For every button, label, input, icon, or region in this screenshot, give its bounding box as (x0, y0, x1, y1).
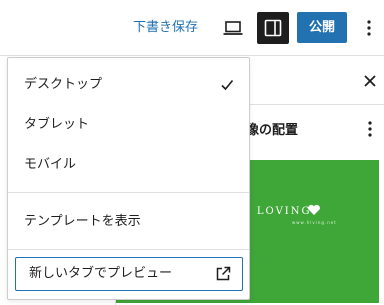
sidebar-icon (264, 19, 282, 37)
preview-caption: www.hlving.net (292, 220, 337, 225)
menu-item-desktop[interactable]: デスクトップ (16, 67, 241, 103)
check-icon (221, 79, 234, 91)
heart-icon (308, 204, 320, 215)
menu-item-label: デスクトップ (24, 77, 103, 92)
preview-button[interactable] (218, 14, 248, 42)
preview-dropdown-menu: デスクトップ タブレット モバイル テンプレートを表示 新しいタブでプレビュー (7, 57, 250, 300)
menu-item-label: タブレット (24, 117, 90, 132)
laptop-icon (223, 21, 243, 35)
settings-sidebar-toggle[interactable] (257, 12, 289, 44)
close-sidebar-button[interactable] (359, 70, 381, 92)
menu-divider (8, 192, 249, 193)
close-icon (364, 75, 376, 87)
menu-item-tablet[interactable]: タブレット (16, 107, 241, 143)
editor-toolbar: 下書き保存 公開 (0, 0, 384, 56)
editor-screen: 下書き保存 公開 画像の配置 H LOVING www.hlving.net デ… (0, 0, 384, 305)
more-vertical-icon (367, 20, 371, 36)
menu-item-show-template[interactable]: テンプレートを表示 (16, 204, 241, 240)
preview-new-tab-button[interactable]: 新しいタブでプレビュー (15, 257, 243, 291)
menu-item-mobile[interactable]: モバイル (16, 147, 241, 183)
menu-item-label: テンプレートを表示 (24, 214, 141, 229)
preview-new-tab-label: 新しいタブでプレビュー (29, 266, 173, 281)
save-draft-button[interactable]: 下書き保存 (133, 17, 198, 39)
external-link-icon (216, 266, 231, 281)
block-options-button[interactable] (359, 118, 381, 140)
preview-logo-text: H LOVING (241, 206, 312, 217)
more-vertical-icon (368, 121, 372, 137)
options-button[interactable] (360, 14, 378, 42)
publish-button[interactable]: 公開 (297, 12, 347, 43)
menu-item-label: モバイル (24, 157, 77, 172)
menu-divider (8, 249, 249, 250)
